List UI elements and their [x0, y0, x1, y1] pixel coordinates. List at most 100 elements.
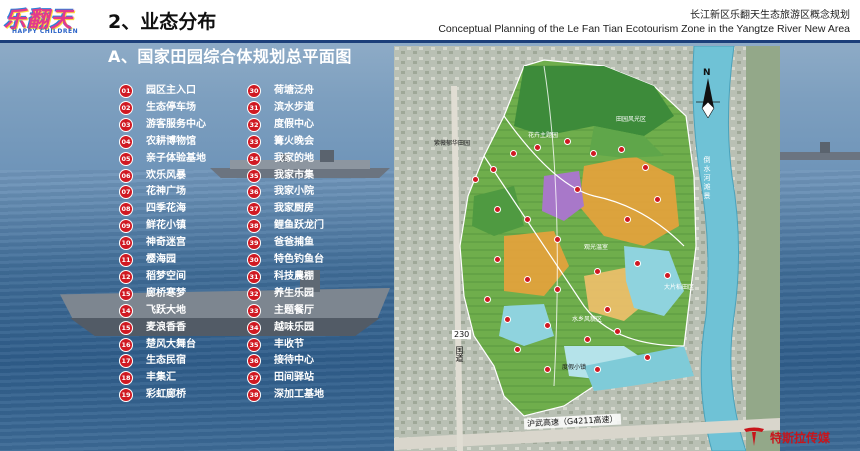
map-marker-dot [484, 296, 491, 303]
legend-label: 神奇迷宫 [146, 237, 186, 249]
legend-label: 丰收节 [274, 338, 304, 350]
map-marker-dot [634, 260, 641, 267]
legend-number-badge: 11 [120, 254, 132, 266]
legend-number-badge: 16 [120, 338, 132, 351]
carrier-ship [60, 270, 390, 350]
map-marker-dot [584, 336, 591, 343]
legend-label: 欢乐风暴 [146, 169, 186, 181]
map-marker-dot [534, 144, 541, 151]
legend-number-badge: 03 [120, 118, 132, 131]
legend-number-badge: 05 [120, 152, 132, 165]
map-marker-dot [514, 346, 521, 353]
legend-label: 深加工基地 [274, 389, 324, 401]
legend-number-badge: 35 [248, 338, 260, 351]
brand-logo[interactable]: 乐翻天 HAPPY CHILDREN [4, 2, 96, 38]
map-label-cluster-4: 水乡风貌区 [572, 316, 603, 323]
map-label-cluster-1: 花卉主题园 [528, 132, 559, 139]
legend-number-badge: 31 [248, 101, 260, 114]
legend-label: 滨水步道 [274, 101, 314, 113]
north-compass: N [696, 68, 720, 118]
river-label: 倒水河滩景 [703, 156, 711, 201]
map-marker-dot [544, 322, 551, 329]
map-marker-dot [494, 206, 501, 213]
warship-right [780, 140, 860, 170]
map-marker-dot [664, 272, 671, 279]
legend-label: 彩虹廊桥 [146, 389, 186, 401]
map-marker-dot [564, 138, 571, 145]
legend-label: 度假中心 [274, 118, 314, 130]
legend-number-badge: 15 [120, 321, 132, 334]
legend-number-badge: 31 [248, 270, 260, 283]
legend-label: 四季花海 [146, 203, 186, 215]
page-subtitle: A、国家田园综合体规划总平面图 [108, 47, 352, 66]
legend-label: 飞跃大地 [146, 304, 186, 316]
legend-label: 生态停车场 [146, 101, 196, 113]
map-marker-dot [654, 196, 661, 203]
legend-label: 生态民宿 [146, 355, 186, 367]
legend-label: 爸爸捕鱼 [274, 237, 314, 249]
map-marker-dot [574, 186, 581, 193]
map-marker-dot [644, 354, 651, 361]
national-road-number: 230 [452, 330, 472, 339]
map-marker-dot [594, 268, 601, 275]
legend-number-badge: 34 [248, 321, 260, 334]
legend-label: 篝火晚会 [274, 135, 314, 147]
map-marker-dot [510, 150, 517, 157]
legend-label: 亲子体验基地 [146, 152, 206, 164]
map-marker-dot [524, 276, 531, 283]
map-marker-dot [494, 256, 501, 263]
legend-number-badge: 01 [120, 85, 132, 97]
legend-label: 丰集汇 [146, 372, 176, 384]
brand-footer[interactable]: 特斯拉传媒 [742, 427, 854, 447]
legend-label: 越味乐园 [274, 321, 314, 333]
legend-number-badge: 15 [120, 287, 132, 300]
legend-number-badge: 14 [120, 304, 132, 317]
map-marker-dot [614, 328, 621, 335]
map-marker-dot [590, 150, 597, 157]
map-label-cluster-5: 大片稻田区 [664, 284, 695, 291]
map-marker-dot [490, 166, 497, 173]
legend-number-badge: 04 [120, 135, 132, 148]
legend-label: 鲤鱼跃龙门 [274, 220, 324, 232]
legend-number-badge: 32 [248, 118, 260, 131]
map-marker-dot [554, 286, 561, 293]
legend-label: 樱海园 [146, 254, 176, 265]
legend-label: 我家的地 [274, 152, 314, 164]
map-marker-dot [524, 216, 531, 223]
legend-label: 楚风大舞台 [146, 338, 196, 350]
legend-label: 我家厨房 [274, 203, 314, 215]
legend-number-badge: 34 [248, 152, 260, 165]
tesla-logo-icon [744, 427, 764, 446]
legend-label: 花神广场 [146, 186, 186, 198]
legend-label: 鲜花小镇 [146, 220, 186, 232]
header-bar: 乐翻天 HAPPY CHILDREN 2、业态分布 长江新区乐翻天生态旅游区概念… [0, 0, 860, 43]
legend-number-badge: 35 [248, 169, 260, 182]
legend-number-badge: 39 [248, 237, 260, 250]
legend-number-badge: 32 [248, 287, 260, 300]
legend-number-badge: 33 [248, 304, 260, 317]
legend-number-badge: 33 [248, 135, 260, 148]
map-marker-dot [594, 366, 601, 373]
legend-label: 养生乐园 [274, 287, 314, 299]
section-title: 2、业态分布 [108, 11, 217, 33]
legend-label: 农耕博物馆 [146, 135, 196, 147]
map-marker-dot [544, 366, 551, 373]
legend-label: 园区主入口 [146, 85, 196, 96]
road-number-text: 230 [454, 330, 470, 339]
legend-number-badge: 12 [120, 270, 132, 283]
legend-number-badge: 06 [120, 169, 132, 182]
legend-label: 特色钓鱼台 [274, 254, 324, 265]
map-label-top-left: 紫薇郁华田园 [434, 140, 471, 147]
map-label-cluster-3: 观光温室 [584, 244, 609, 251]
legend-label: 我家小院 [274, 186, 314, 198]
legend-label: 科技農棚 [274, 270, 314, 282]
legend-label: 我家市集 [274, 169, 314, 181]
brand-name: 特斯拉传媒 [770, 431, 831, 445]
logo-subtext: HAPPY CHILDREN [12, 28, 79, 35]
legend-label: 麦浪香香 [146, 321, 186, 333]
master-plan-map[interactable]: 紫薇郁华田园 花卉主题园 田园风光区 观光温室 水乡风貌区 大片稻田区 度假小镇… [394, 46, 780, 451]
legend-label: 廊桥寒梦 [146, 287, 186, 299]
legend-label: 接待中心 [274, 355, 314, 367]
map-marker-dot [624, 216, 631, 223]
map-marker-dot [472, 176, 479, 183]
